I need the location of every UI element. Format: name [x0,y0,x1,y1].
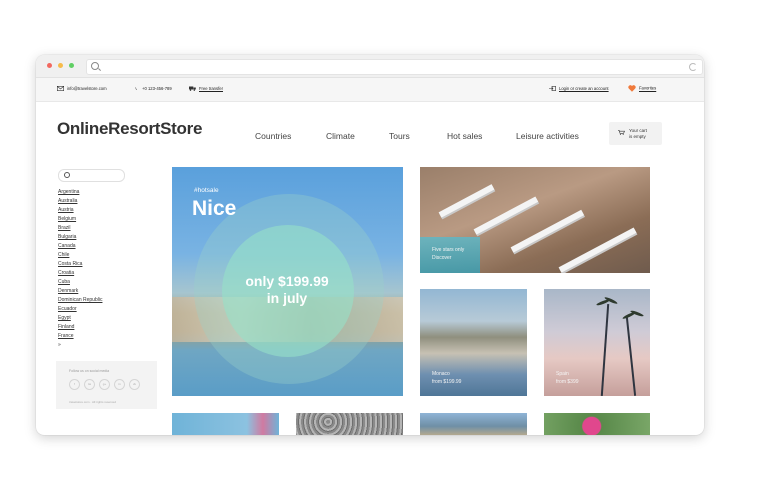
search-icon [91,62,99,70]
cart-status-line2: is empty [629,134,646,139]
pool-deck-tile[interactable]: Five stars only Discover [420,167,650,273]
social-follow-text: Follow us on social media [69,369,110,373]
country-link[interactable]: Australia [58,197,102,206]
email-link[interactable]: info@travelstore.com [57,86,107,92]
sidebar-search-input[interactable] [58,169,125,182]
country-link[interactable]: Costa Rica [58,260,102,269]
phone-link[interactable]: +0 123-456-789 [135,86,172,91]
tile-subcaption: from $399 [556,379,579,385]
country-link[interactable]: Bulgaria [58,233,102,242]
harbor-tile[interactable]: Monaco from $199.99 [420,289,527,396]
phone-icon [135,87,137,91]
sea-tile[interactable] [172,413,279,435]
address-bar[interactable] [86,59,703,75]
tile-subcaption: Discover [432,255,452,261]
sun-lounger [473,196,539,235]
country-link[interactable]: Denmark [58,287,102,296]
login-text: Login or create an account [559,86,609,91]
country-link[interactable]: Belgium [58,215,102,224]
mail-icon [57,86,64,92]
palm-tree-image [625,317,637,396]
destination-name: Nice [192,197,237,220]
cart-button[interactable]: Your cart is empty [609,122,662,145]
promo-price-line2: in july [266,290,308,306]
search-icon [64,172,70,178]
maximize-window-button[interactable] [69,63,74,68]
favorites-text: Favorites [639,85,657,91]
promo-price-line1: only $199.99 [245,273,329,289]
phone-text: +0 123-456-789 [142,86,172,91]
browser-toolbar [36,55,704,78]
sun-lounger [558,227,637,273]
minimize-window-button[interactable] [58,63,63,68]
cart-icon [618,130,625,135]
pebbles-tile[interactable] [296,413,403,435]
coast-tile[interactable] [420,413,527,435]
transfer-text: Free transfer [199,86,223,91]
tile-subcaption: from $199.99 [432,379,462,385]
country-link[interactable]: Croatia [58,269,102,278]
tile-caption: Spain [556,371,569,377]
country-link[interactable]: Dominican Republic [58,296,102,305]
country-link[interactable]: Cuba [58,278,102,287]
nav-leisure-activities[interactable]: Leisure activities [516,131,579,141]
login-link[interactable]: Login or create an account [549,86,609,92]
linkedin-icon[interactable]: in [114,379,125,390]
country-link[interactable]: Austria [58,206,102,215]
country-link[interactable]: Brazil [58,224,102,233]
vk-icon[interactable]: vk [129,379,140,390]
top-info-bar: info@travelstore.com +0 123-456-789 Free… [36,78,704,102]
truck-icon [189,86,196,92]
facebook-icon[interactable]: f [69,379,80,390]
country-link[interactable]: Egypt [58,314,102,323]
sun-lounger [438,184,495,218]
favorites-link[interactable]: Favorites [628,85,656,92]
site-logo[interactable]: OnlineResortStore [57,119,202,139]
transfer-link[interactable]: Free transfer [189,86,223,92]
nav-countries[interactable]: Countries [255,131,291,141]
nav-climate[interactable]: Climate [326,131,355,141]
social-box: Follow us on social media f tw g+ in vk … [56,361,157,409]
country-list: Argentina Australia Austria Belgium Braz… [58,188,102,350]
sun-lounger [510,209,585,253]
promo-price: only $199.99 in july [212,273,362,307]
country-link[interactable]: Canada [58,242,102,251]
flower-tile[interactable] [544,413,650,435]
copyright-text: travelstore.com · All rights reserved [69,400,117,404]
country-link[interactable]: Finland [58,323,102,332]
hot-sale-tag: #hotsale [194,187,219,194]
palm-trees-tile[interactable]: Spain from $399 [544,289,650,396]
tile-caption: Monaco [432,371,450,377]
palm-tree-image [600,304,610,396]
close-window-button[interactable] [47,63,52,68]
tile-caption: Five stars only [432,247,465,253]
hot-sale-tile[interactable]: #hotsale Nice only $199.99 in july [172,167,403,396]
nav-hot-sales[interactable]: Hot sales [447,131,482,141]
country-link[interactable]: Argentina [58,188,102,197]
country-link[interactable]: Ecuador [58,305,102,314]
country-link[interactable]: France [58,332,102,341]
reload-icon[interactable] [689,63,697,71]
google-plus-icon[interactable]: g+ [99,379,110,390]
login-icon [549,86,556,92]
country-link[interactable]: Chile [58,251,102,260]
nav-tours[interactable]: Tours [389,131,410,141]
heart-icon [628,85,636,92]
browser-window: info@travelstore.com +0 123-456-789 Free… [36,55,704,435]
email-text: info@travelstore.com [67,86,107,91]
twitter-icon[interactable]: tw [84,379,95,390]
more-countries-link[interactable]: » [58,341,102,350]
